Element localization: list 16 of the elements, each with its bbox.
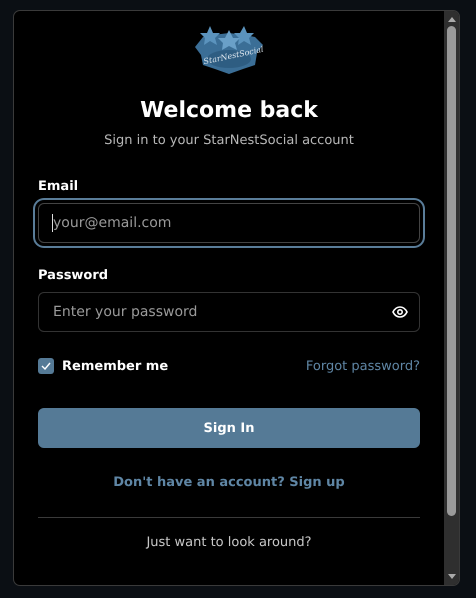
password-field[interactable]: Enter your password [38, 292, 420, 332]
eye-icon [392, 306, 408, 318]
field-label: Password [38, 268, 110, 283]
checkmark-icon [41, 362, 51, 370]
logo-drawing [193, 25, 265, 75]
remember-me-checkbox[interactable]: Remember me [38, 358, 168, 374]
sign-up-link[interactable]: Don't have an account? Sign up [113, 475, 345, 490]
text-cursor [52, 214, 53, 232]
page-title: Welcome back [139, 97, 320, 125]
scrollbar[interactable] [444, 11, 459, 585]
email-field[interactable]: your@email.com [38, 203, 420, 243]
subtitle: Sign in to your StarNestSocial account [103, 133, 355, 148]
guest-prompt: Just want to look around? [144, 535, 313, 550]
forgot-password-link[interactable]: Forgot password? [306, 358, 420, 374]
sign-in-button[interactable]: Sign In [38, 408, 420, 448]
field-label: Email [38, 179, 80, 194]
